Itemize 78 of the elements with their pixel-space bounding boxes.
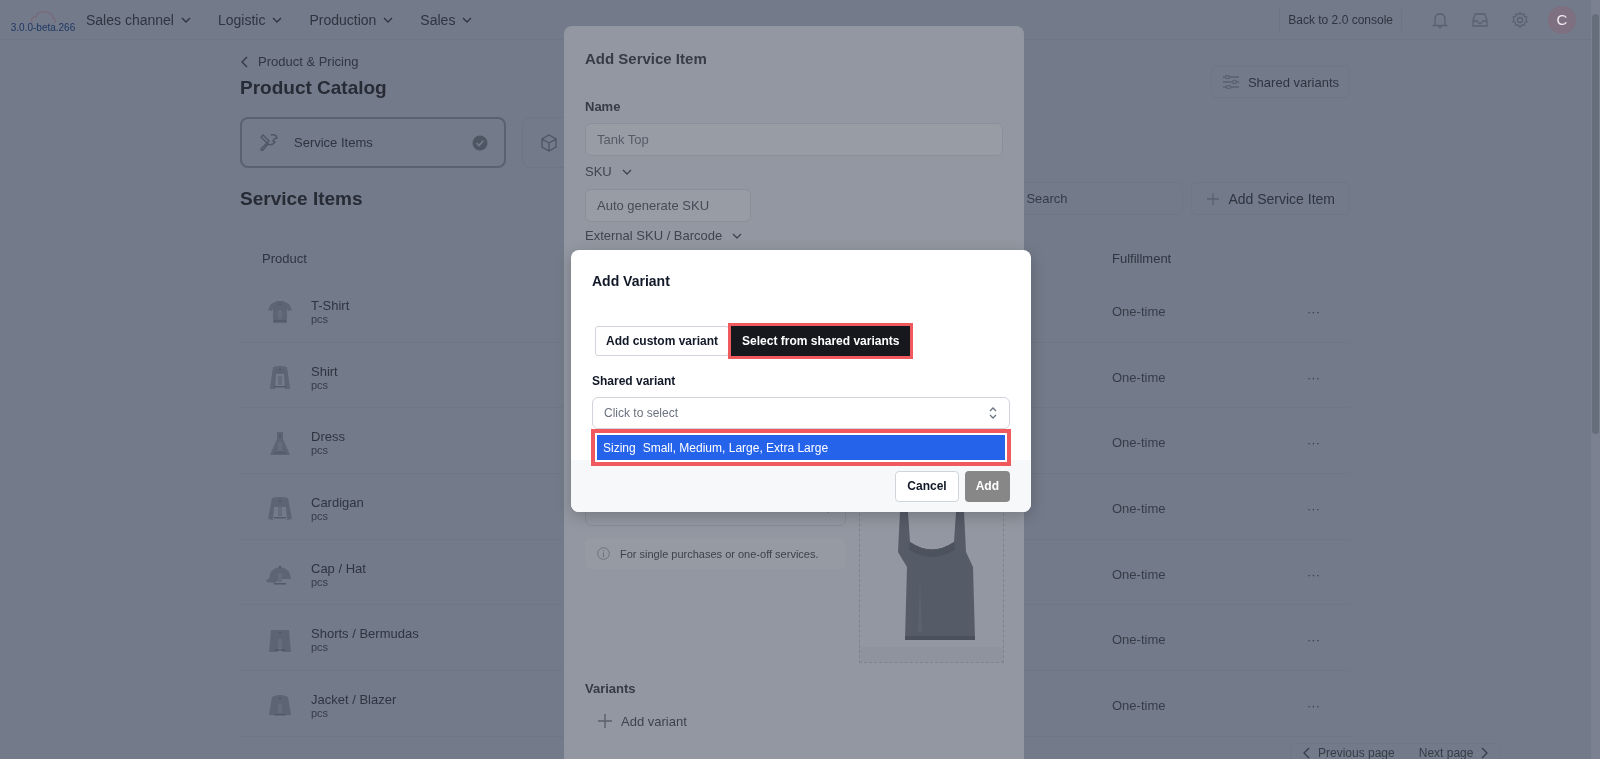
product-name: Cardigan — [311, 494, 364, 510]
dialog-title: Add Variant — [592, 273, 671, 289]
product-name: T-Shirt — [311, 297, 350, 313]
bell-icon[interactable] — [1431, 10, 1449, 29]
product-unit: pcs — [311, 378, 330, 391]
field-label: Name — [585, 99, 621, 114]
mode-button[interactable]: Add custom variant — [595, 326, 730, 356]
check-circle-icon — [472, 134, 488, 151]
barcode-toggle[interactable]: External SKU / Barcode — [585, 228, 743, 243]
nav-menu[interactable]: Sales channel — [86, 11, 191, 28]
updown-chevron-icon — [988, 406, 998, 420]
product-unit: pcs — [311, 444, 330, 457]
field-label: Shared variant — [592, 374, 677, 388]
catalog-tab[interactable]: Service Items — [240, 117, 506, 168]
fulfillment-cell-text: One-time — [1112, 632, 1167, 648]
row-actions-button[interactable]: ··· — [1307, 500, 1320, 516]
dropdown-option[interactable]: Sizing Small, Medium, Large, Extra Large — [595, 433, 1007, 462]
sku-field[interactable]: Auto generate SKU — [585, 189, 751, 222]
product-name: Cap / Hat — [311, 560, 366, 576]
breadcrumb-link[interactable]: Product & Pricing — [240, 54, 359, 69]
chevron-left-icon — [1303, 747, 1311, 759]
fulfillment-cell-text: One-time — [1112, 303, 1167, 319]
option-values: Small, Medium, Large, Extra Large — [642, 440, 829, 455]
shared-variant-select[interactable]: Click to select — [592, 397, 1010, 429]
option-name: Sizing — [603, 440, 636, 455]
nav-menu[interactable]: Logistic — [217, 11, 283, 28]
tab-label: Service Items — [294, 135, 374, 150]
avatar[interactable]: C — [1548, 5, 1576, 34]
shared-variants-button[interactable]: Shared variants — [1210, 66, 1350, 98]
sku-toggle[interactable]: SKU — [585, 164, 632, 179]
product-name: Jacket / Blazer — [311, 691, 397, 707]
nav-menu[interactable]: Production — [309, 11, 394, 28]
row-actions-button[interactable]: ··· — [1307, 632, 1320, 648]
sliders-icon — [1221, 74, 1240, 90]
settings-icon[interactable] — [1511, 10, 1529, 29]
back-button[interactable]: Back to 2.0 console — [1279, 8, 1402, 31]
hint-text: For single purchases or one-off services. — [620, 547, 819, 560]
add-variant-button[interactable]: Add variant — [597, 713, 687, 729]
section-label: Variants — [585, 681, 636, 696]
product-unit: pcs — [311, 706, 330, 719]
previous-page-button[interactable]: Previous page — [1291, 744, 1407, 759]
fulfillment-cell-text: One-time — [1112, 566, 1167, 582]
fulfillment-cell-text: One-time — [1112, 435, 1167, 451]
fulfillment-cell-text: One-time — [1112, 500, 1167, 516]
tools-icon — [258, 131, 280, 154]
plus-icon — [597, 713, 613, 729]
row-actions-button[interactable]: ··· — [1307, 697, 1320, 713]
product-unit: pcs — [311, 575, 329, 588]
fulfillment-cell-text: One-time — [1112, 697, 1167, 713]
fulfillment-cell-text: One-time — [1112, 369, 1167, 385]
row-actions-button[interactable]: ··· — [1307, 303, 1320, 319]
chevron-right-icon — [1480, 747, 1489, 759]
product-name: Shorts / Bermudas — [311, 626, 419, 642]
row-actions-button[interactable]: ··· — [1307, 435, 1320, 451]
column-header: Fulfillment — [1112, 250, 1173, 266]
add-service-item-button[interactable]: Add Service Item — [1191, 182, 1350, 215]
cube-icon — [539, 132, 559, 153]
section-title: Service Items — [240, 187, 363, 210]
product-name: Dress — [311, 429, 345, 445]
drawer-title: Add Service Item — [585, 50, 707, 67]
product-unit: pcs — [311, 509, 329, 522]
cancel-button[interactable]: Cancel — [895, 470, 959, 502]
product-unit: pcs — [311, 641, 330, 654]
row-actions-button[interactable]: ··· — [1307, 566, 1320, 582]
info-icon — [597, 547, 610, 560]
page-title: Product Catalog — [240, 77, 387, 99]
plus-icon — [1206, 191, 1221, 206]
name-field[interactable]: Tank Top — [585, 123, 1003, 156]
next-page-button[interactable]: Next page — [1406, 744, 1501, 759]
row-actions-button[interactable]: ··· — [1307, 369, 1320, 385]
mode-button[interactable]: Select from shared variants — [731, 326, 911, 356]
inbox-icon[interactable] — [1471, 10, 1489, 29]
product-unit: pcs — [311, 312, 330, 325]
column-header: Product — [262, 250, 308, 266]
product-name: Shirt — [311, 363, 338, 379]
nav-menu[interactable]: Sales — [420, 11, 473, 28]
chevron-left-icon — [240, 55, 250, 68]
version-label: 3.0.0-beta.266 — [10, 22, 76, 33]
